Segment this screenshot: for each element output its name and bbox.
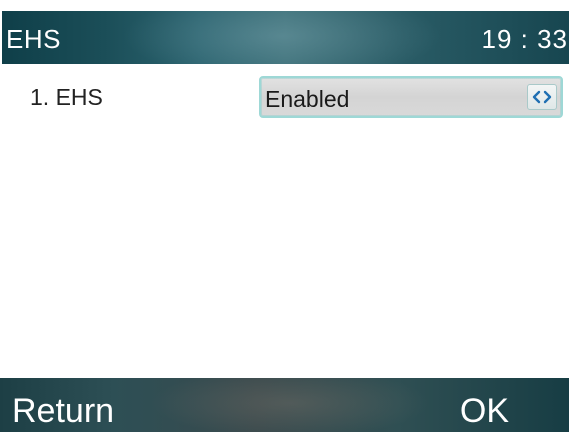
- page-title: EHS: [6, 24, 61, 54]
- ok-button[interactable]: OK: [460, 392, 509, 431]
- list-item-label: 1. EHS: [30, 84, 103, 110]
- ehs-select-value: Enabled: [265, 86, 350, 112]
- list-item-ehs[interactable]: 1. EHS Enabled: [6, 72, 565, 118]
- left-right-arrows-icon[interactable]: [527, 84, 557, 110]
- return-button[interactable]: Return: [12, 392, 114, 431]
- clock: 19 : 33: [481, 24, 568, 54]
- phone-screen: EHS 19 : 33 1. EHS Enabled Return OK: [0, 0, 569, 432]
- ehs-select[interactable]: Enabled: [259, 76, 563, 118]
- title-bar: EHS 19 : 33: [2, 11, 569, 64]
- settings-list: 1. EHS Enabled: [2, 64, 569, 374]
- softkey-bar: Return OK: [0, 378, 569, 432]
